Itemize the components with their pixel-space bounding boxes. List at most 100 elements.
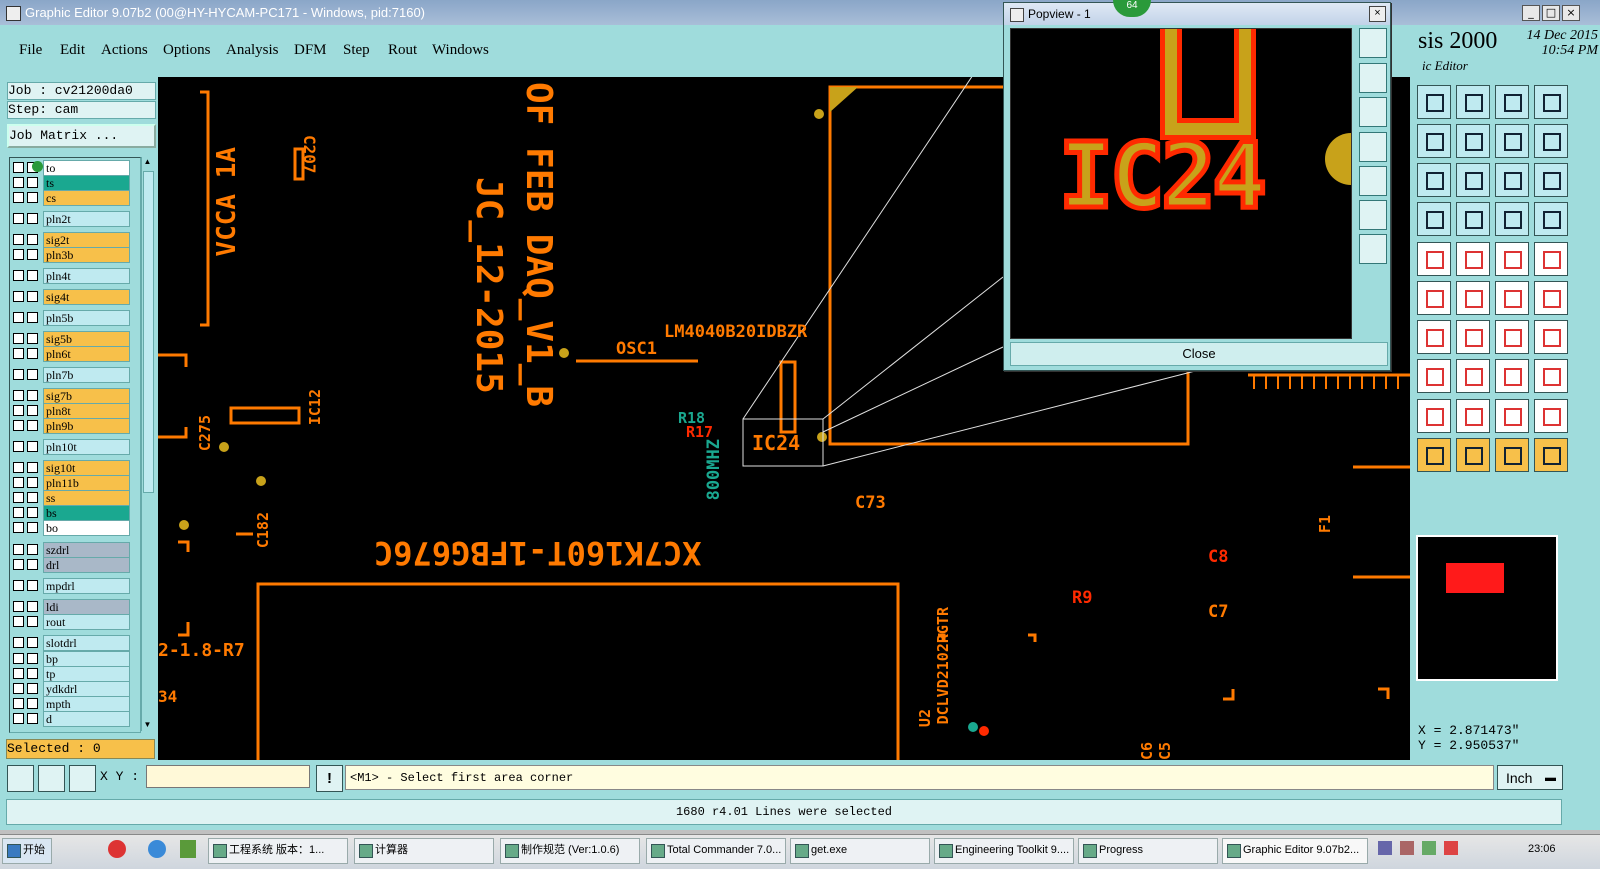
layer-checkbox[interactable] (27, 507, 38, 518)
layer-row[interactable]: ydkdrl (10, 681, 138, 697)
layer-checkbox[interactable] (27, 234, 38, 245)
layer-name[interactable]: ldi (43, 599, 130, 615)
popview-close-icon[interactable]: × (1369, 6, 1386, 22)
layer-name[interactable]: tp (43, 666, 130, 682)
layer-checkbox[interactable] (27, 580, 38, 591)
pan-split-icon[interactable] (1495, 124, 1529, 158)
layer-checkbox[interactable] (13, 369, 24, 380)
layer-name[interactable]: slotdrl (43, 635, 130, 651)
task-graphic-editor[interactable]: Graphic Editor 9.07b2... (1222, 838, 1368, 864)
chrome-icon[interactable] (108, 840, 126, 858)
layer-checkbox[interactable] (27, 270, 38, 281)
layer-name[interactable]: pln4t (43, 268, 130, 284)
layer-checkbox[interactable] (27, 559, 38, 570)
layer-checkbox[interactable] (13, 249, 24, 260)
layer-checkbox[interactable] (13, 580, 24, 591)
layer-checkbox[interactable] (27, 713, 38, 724)
layer-checkbox[interactable] (13, 213, 24, 224)
layer-checkbox[interactable] (13, 637, 24, 648)
menu-edit[interactable]: Edit (60, 42, 85, 59)
task-calculator[interactable]: 计算器 (354, 838, 494, 864)
layer-row[interactable]: to (10, 160, 138, 176)
layer-checkbox[interactable] (13, 162, 24, 173)
grid-icon[interactable] (69, 765, 96, 792)
layer-checkbox[interactable] (27, 312, 38, 323)
tray-icon[interactable] (1444, 841, 1458, 855)
layer-row[interactable]: mpth (10, 696, 138, 712)
layer-row[interactable]: bs (10, 505, 138, 521)
grid-tool-icon[interactable] (1456, 202, 1490, 236)
layer-checkbox[interactable] (13, 668, 24, 679)
snap2-icon[interactable] (1534, 202, 1568, 236)
zoom-top-icon[interactable] (1417, 85, 1451, 119)
layer-row[interactable]: bp (10, 651, 138, 667)
layer-name[interactable]: pln5b (43, 310, 130, 326)
layer-row[interactable]: pln9b (10, 418, 138, 434)
cross-icon[interactable] (1456, 281, 1490, 315)
layer-checkbox[interactable] (13, 177, 24, 188)
layer-checkbox[interactable] (13, 462, 24, 473)
layer-row[interactable]: bo (10, 520, 138, 536)
pop-pan-icon[interactable] (1359, 234, 1387, 264)
layer-row[interactable]: pln7b (10, 367, 138, 383)
layer-checkbox[interactable] (27, 653, 38, 664)
layer-row[interactable]: rout (10, 614, 138, 630)
layer-checkbox[interactable] (27, 492, 38, 503)
layer-row[interactable]: szdrl (10, 542, 138, 558)
layer-name[interactable]: sig2t (43, 232, 130, 248)
layer-checkbox[interactable] (27, 390, 38, 401)
layer-name[interactable]: bs (43, 505, 130, 521)
layer-checkbox[interactable] (13, 522, 24, 533)
rotate-icon[interactable] (1495, 320, 1529, 354)
snap-icon[interactable] (1495, 202, 1529, 236)
tray-icon[interactable] (1400, 841, 1414, 855)
layer-name[interactable]: drl (43, 557, 130, 573)
popview-close-button[interactable]: Close (1010, 342, 1388, 366)
help-icon[interactable] (1534, 163, 1568, 197)
unit-selector[interactable]: Inch ▬ (1497, 765, 1563, 790)
layer-row[interactable]: sig2t (10, 232, 138, 248)
arrow-a-icon[interactable] (1456, 399, 1490, 433)
layer-row[interactable]: pln4t (10, 268, 138, 284)
menu-rout[interactable]: Rout (388, 42, 417, 59)
layer-checkbox[interactable] (13, 616, 24, 627)
scroll-up-icon[interactable]: ▲ (142, 157, 153, 168)
layer-checkbox[interactable] (13, 477, 24, 488)
layer-row[interactable]: sig4t (10, 289, 138, 305)
layer-row[interactable]: pln11b (10, 475, 138, 491)
angle-icon[interactable] (38, 765, 65, 792)
layer-name[interactable]: d (43, 711, 130, 727)
scroll-down-icon[interactable]: ▼ (142, 720, 153, 731)
menu-dfm[interactable]: DFM (294, 42, 327, 59)
layer-checkbox[interactable] (27, 369, 38, 380)
overview-map[interactable] (1416, 535, 1558, 681)
layer-checkbox[interactable] (27, 683, 38, 694)
pop-fit-icon[interactable] (1359, 200, 1387, 230)
layer-row[interactable]: pln2t (10, 211, 138, 227)
task-get-exe[interactable]: get.exe (790, 838, 930, 864)
minus-icon[interactable] (1456, 359, 1490, 393)
ruler-icon[interactable] (1495, 242, 1529, 276)
layer-checkbox[interactable] (13, 420, 24, 431)
pan-right-icon[interactable] (1456, 124, 1490, 158)
layer-name[interactable]: pln3b (43, 247, 130, 263)
maximize-button[interactable]: □ (1542, 5, 1560, 21)
mirror-icon[interactable] (1534, 320, 1568, 354)
layer-checkbox[interactable] (13, 601, 24, 612)
layer-checkbox[interactable] (27, 333, 38, 344)
layer-checkbox[interactable] (27, 477, 38, 488)
layer-checkbox[interactable] (13, 390, 24, 401)
layer-checkbox[interactable] (27, 291, 38, 302)
menu-windows[interactable]: Windows (432, 42, 489, 59)
tray-icon[interactable] (1378, 841, 1392, 855)
layer-checkbox[interactable] (13, 348, 24, 359)
layer-checkbox[interactable] (13, 291, 24, 302)
pop-zoom-icon[interactable] (1359, 28, 1387, 58)
layer-row[interactable]: ts (10, 175, 138, 191)
popview-zoom-view[interactable]: IC24 (1010, 28, 1352, 339)
layer-checkbox[interactable] (13, 653, 24, 664)
layer-checkbox[interactable] (13, 492, 24, 503)
tray-icon[interactable] (1422, 841, 1436, 855)
layer-name[interactable]: cs (43, 190, 130, 206)
menu-step[interactable]: Step (343, 42, 370, 59)
